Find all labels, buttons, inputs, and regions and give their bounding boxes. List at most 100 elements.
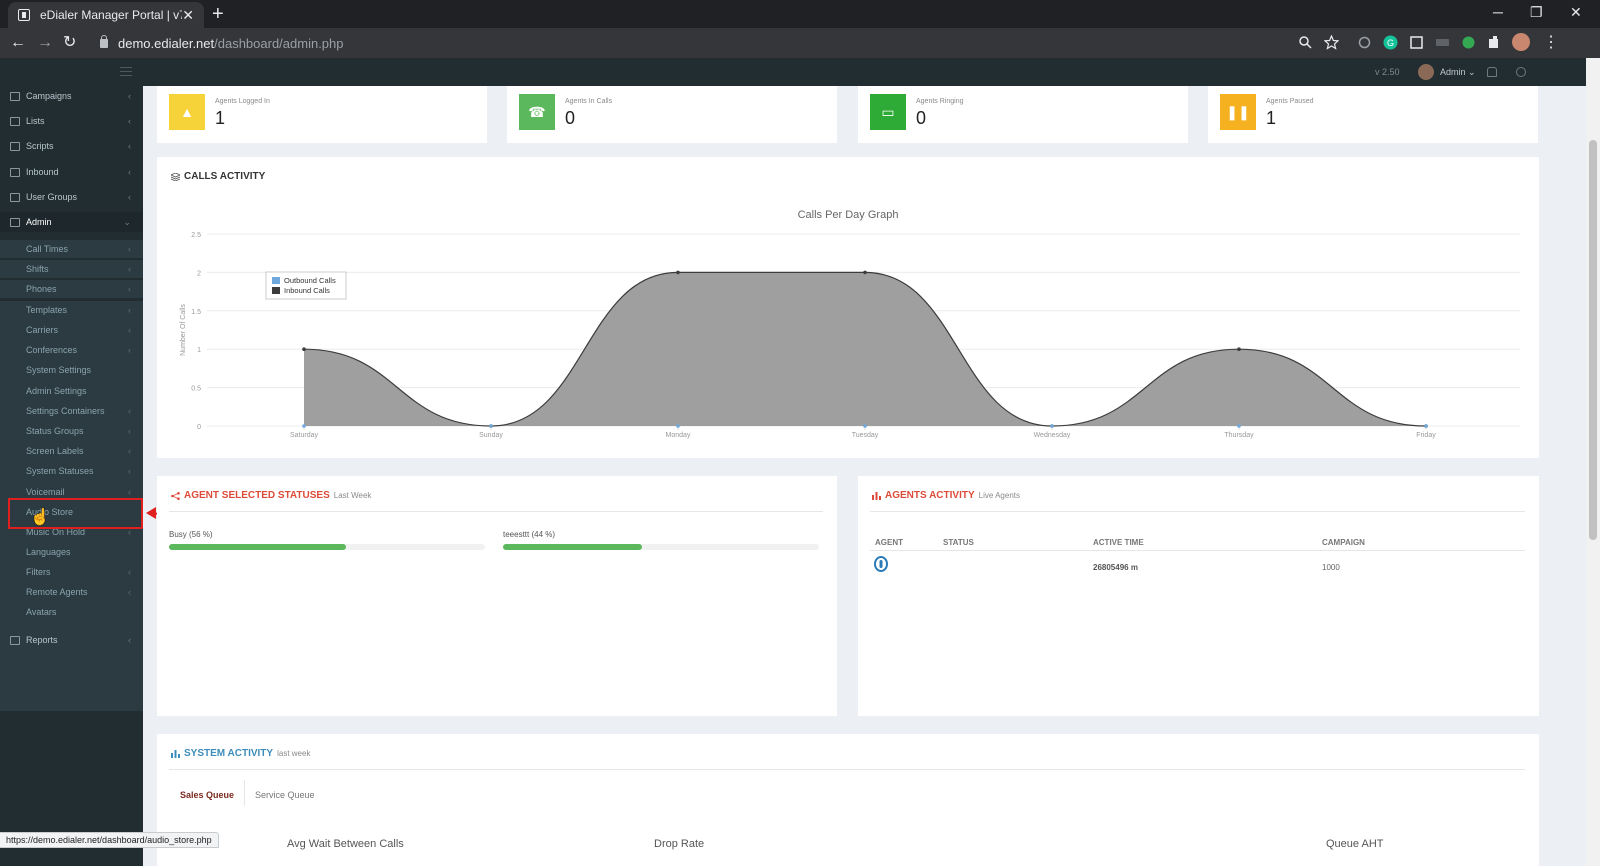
sidebar-item-scripts[interactable]: Scripts ‹ [0,136,143,156]
page-scrollbar[interactable] [1586,58,1600,866]
tab-title: eDialer Manager Portal | v7.0 [40,8,183,22]
sidebar-toggle-icon[interactable] [120,67,132,76]
tab-close-icon[interactable]: ✕ [182,7,194,24]
status-label: teeesttt (44 %) [503,530,556,539]
y-tick-label: 0 [197,424,201,431]
chevron-left-icon: ‹ [128,466,131,476]
system-activity-title: SYSTEM ACTIVITY last week [171,748,310,759]
monitor-icon: ▭ [870,94,906,130]
tab-service-queue[interactable]: Service Queue [255,790,315,800]
sidebar-subitem-system-statuses[interactable]: System Statuses ‹ [0,462,143,480]
sidebar-subitem-phones[interactable]: Phones ‹ [0,280,143,298]
sidebar-item-lists[interactable]: Lists ‹ [0,111,143,131]
sidebar-subitem-label: Shifts [26,264,49,274]
status-progress-bar [169,544,485,550]
sidebar-item-admin[interactable]: Admin ⌄ [0,212,143,232]
tab-sales-queue[interactable]: Sales Queue [180,790,234,800]
reload-button[interactable]: ↻ [63,33,76,53]
address-bar[interactable]: demo.edialer.net /dashboard/admin.php [92,31,1352,55]
notification-bell-icon[interactable] [1487,67,1497,77]
sidebar-item-label: Lists [26,116,45,126]
sidebar-item-campaigns[interactable]: Campaigns ‹ [0,86,143,106]
chevron-left-icon: ‹ [128,91,131,101]
pause-icon: ❚❚ [1220,94,1256,130]
bar-chart-icon [171,749,180,758]
sidebar-item-label: Admin [26,217,52,227]
sidebar-subitem-label: Filters [26,567,51,577]
chevron-left-icon: ‹ [128,406,131,416]
stat-label: Agents Paused [1266,98,1314,105]
history-extension-icon[interactable] [1357,35,1372,50]
extensions-puzzle-icon[interactable] [1487,35,1502,50]
sidebar-subitem-call-times[interactable]: Call Times ‹ [0,240,143,258]
user-avatar[interactable] [1418,64,1434,80]
chevron-down-icon: ⌄ [123,216,131,227]
y-tick-label: 0.5 [191,386,201,393]
panel-title-text: AGENT SELECTED STATUSES [184,490,330,501]
grammarly-icon[interactable]: G [1383,35,1398,50]
status-progress-fill [503,544,643,550]
scrollbar-thumb[interactable] [1589,140,1597,540]
column-header-active-time: ACTIVE TIME [1093,538,1144,547]
sidebar-subitem-admin-settings[interactable]: Admin Settings [0,382,143,400]
sidebar-subitem-languages[interactable]: Languages [0,543,143,561]
sidebar-item-user-groups[interactable]: User Groups ‹ [0,187,143,207]
sidebar-subitem-conferences[interactable]: Conferences ‹ [0,341,143,359]
sidebar-subitem-settings-containers[interactable]: Settings Containers ‹ [0,402,143,420]
sidebar-subitem-label: Carriers [26,325,59,335]
zoom-icon[interactable] [1298,35,1313,50]
url-path: /dashboard/admin.php [214,35,344,51]
sidebar-subitem-system-settings[interactable]: System Settings [0,361,143,379]
new-tab-button[interactable]: + [212,3,224,25]
stat-label: Agents In Calls [565,98,613,105]
outbound-point [302,424,306,428]
bookmark-star-icon[interactable] [1324,35,1339,50]
sidebar-subitem-remote-agents[interactable]: Remote Agents ‹ [0,583,143,601]
panel-subtitle: last week [277,749,311,758]
agent-avatar-icon[interactable] [874,556,888,572]
legend-swatch [272,287,280,294]
column-header-agent: AGENT [875,538,903,547]
y-axis-label: Number Of Calls [180,304,187,356]
profile-avatar-icon[interactable] [1512,33,1530,51]
chevron-left-icon: ‹ [128,244,131,254]
sidebar-subitem-status-groups[interactable]: Status Groups ‹ [0,422,143,440]
color-extension-icon[interactable] [1461,35,1476,50]
browser-menu-icon[interactable]: ⋮ [1543,33,1559,53]
more-extension-icon[interactable] [1435,35,1450,50]
user-icon [10,192,20,202]
agent-campaign: 1000 [1322,563,1340,572]
sidebar-item-label: User Groups [26,192,78,202]
sidebar-subitem-label: System Settings [26,365,92,375]
sidebar-subitem-label: Call Times [26,244,69,254]
sidebar-subitem-avatars[interactable]: Avatars [0,603,143,621]
window-close-button[interactable]: ✕ [1570,4,1582,21]
y-tick-label: 2 [197,270,201,277]
stat-label: Agents Logged In [215,98,270,105]
maximize-button[interactable]: ❐ [1530,4,1543,21]
stat-label: Agents Ringing [916,98,964,105]
stat-agents-ringing: ▭ Agents Ringing 0 [858,86,1188,143]
sidebar-subitem-carriers[interactable]: Carriers ‹ [0,321,143,339]
list-icon [10,116,20,126]
user-menu[interactable]: Admin ⌄ [1440,67,1476,78]
sidebar-subitem-templates[interactable]: Templates ‹ [0,301,143,319]
back-button[interactable]: ← [10,33,26,53]
sidebar-subitem-filters[interactable]: Filters ‹ [0,563,143,581]
browser-tab[interactable]: eDialer Manager Portal | v7.0 ✕ [8,2,204,28]
forward-button[interactable]: → [37,33,53,53]
divider [870,511,1525,512]
chevron-left-icon: ‹ [128,635,131,645]
calls-activity-panel: CALLS ACTIVITY Calls Per Day Graph 0 0.5 1… [157,157,1539,458]
agent-statuses-panel: AGENT SELECTED STATUSES Last Week Busy (… [157,476,837,716]
sidebar-subitem-label: Status Groups [26,426,84,436]
crop-extension-icon[interactable] [1409,35,1424,50]
column-header-status: STATUS [943,538,974,547]
sidebar-item-reports[interactable]: Reports ‹ [0,630,143,650]
sidebar-item-inbound[interactable]: Inbound ‹ [0,162,143,182]
sidebar-subitem-shifts[interactable]: Shifts ‹ [0,260,143,278]
minimize-button[interactable]: ─ [1493,4,1503,20]
sidebar-subitem-screen-labels[interactable]: Screen Labels ‹ [0,442,143,460]
users-icon[interactable] [1516,67,1526,77]
inbound-point [302,347,306,351]
